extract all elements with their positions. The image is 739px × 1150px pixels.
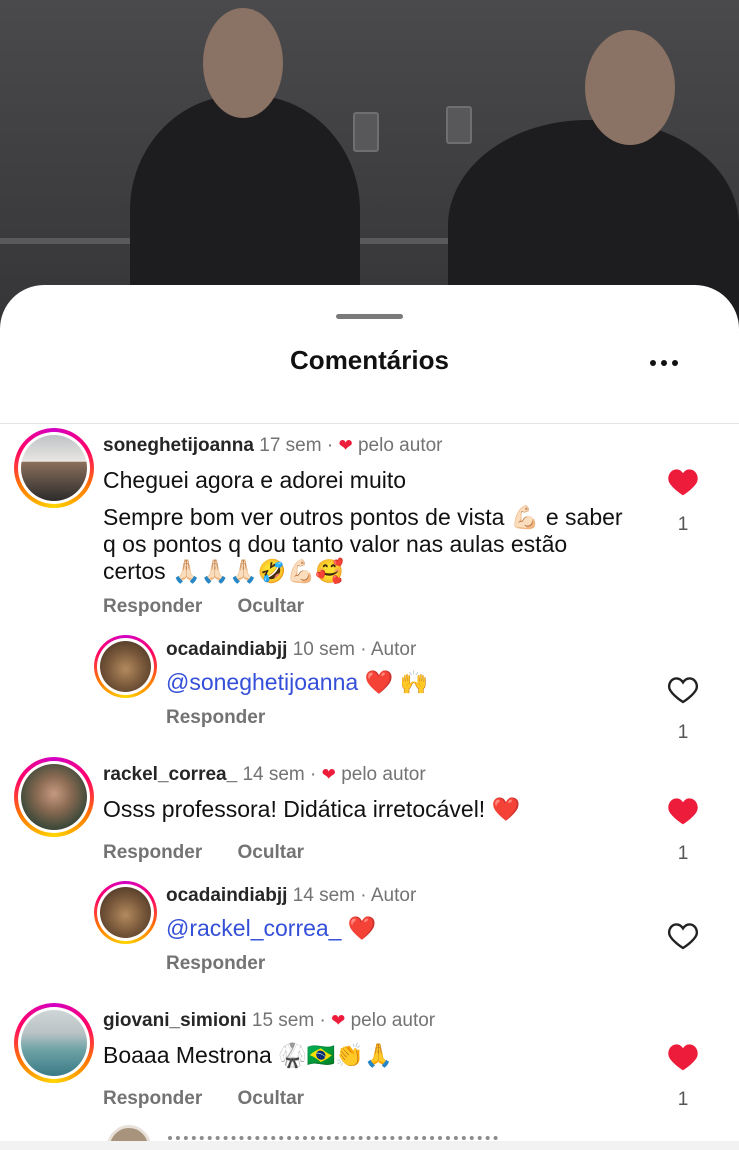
comment-meta: ocadaindiabjj 14 sem · Autor [166,885,417,906]
hide-button[interactable]: Ocultar [238,596,305,617]
timestamp: 14 sem [242,764,305,785]
person-right-head [585,30,675,145]
bottom-edge [0,1141,739,1150]
comment-meta: ocadaindiabjj 10 sem · Autor [166,639,417,660]
comment-actions: Responder [166,953,265,975]
username[interactable]: rackel_correa_ [103,764,237,785]
heart-filled-icon [668,798,698,825]
reply-button[interactable]: Responder [103,842,202,863]
more-options-button[interactable] [644,355,684,371]
timestamp: 14 sem [292,885,356,906]
like-button[interactable] [665,675,701,705]
username[interactable]: soneghetijoanna [103,435,254,456]
author-badge: pelo autor [341,764,426,785]
like-count: 1 [677,722,689,743]
username[interactable]: giovani_simioni [103,1010,247,1031]
like-count: 1 [677,1089,689,1110]
heart-filled-icon [668,1044,698,1071]
avatar[interactable] [14,1003,94,1083]
wall-outlet [353,112,379,152]
comment-actions: Responder Ocultar [103,1088,304,1110]
sheet-grabber[interactable] [336,314,403,319]
heart-badge-icon: ❤ [338,436,353,455]
heart-outline-icon [668,677,698,704]
comment-meta: giovani_simioni 15 sem · ❤ pelo autor [103,1010,436,1031]
like-count: 1 [677,514,689,535]
like-button[interactable] [665,796,701,826]
avatar[interactable] [14,428,94,508]
username[interactable]: ocadaindiabjj [166,639,287,660]
comment-text: Boaaa Mestrona 🥋🇧🇷👏🙏 [103,1042,393,1068]
heart-filled-icon [668,469,698,496]
mention-link[interactable]: @rackel_correa_ [166,915,341,941]
author-badge: pelo autor [350,1010,436,1031]
author-badge: Autor [370,639,417,660]
like-button[interactable] [665,921,701,951]
timestamp: 10 sem [292,639,356,660]
person-left-head [203,8,283,118]
username[interactable]: ocadaindiabjj [166,885,287,906]
comment-text: @soneghetijoanna ❤️ 🙌 [166,669,429,695]
more-horizontal-icon [650,360,656,366]
hide-button[interactable]: Ocultar [238,842,305,863]
reply-button[interactable]: Responder [103,596,202,617]
avatar[interactable] [14,757,94,837]
reply-button[interactable]: Responder [166,707,265,728]
comment-meta: rackel_correa_ 14 sem · ❤ pelo autor [103,764,426,785]
author-badge: Autor [370,885,417,906]
timestamp: 15 sem [251,1010,315,1031]
heart-badge-icon: ❤ [331,1011,346,1030]
heart-outline-icon [668,923,698,950]
timestamp: 17 sem [259,435,322,456]
avatar[interactable] [94,881,157,944]
mention-link[interactable]: @soneghetijoanna [166,669,358,695]
like-button[interactable] [665,1042,701,1072]
reply-button[interactable]: Responder [166,953,265,974]
comment-actions: Responder [166,707,265,729]
heart-badge-icon: ❤ [321,765,336,784]
like-button[interactable] [665,467,701,497]
hide-button[interactable]: Ocultar [238,1088,305,1109]
wall-switch [446,106,472,144]
comment-actions: Responder Ocultar [103,842,304,864]
comment-text: @rackel_correa_ ❤️ [166,915,377,941]
sheet-title: Comentários [290,345,449,375]
like-count: 1 [677,843,689,864]
reply-button[interactable]: Responder [103,1088,202,1109]
header-divider [0,423,739,424]
comment-actions: Responder Ocultar [103,596,304,618]
author-badge: pelo autor [357,435,443,456]
avatar[interactable] [94,635,157,698]
comment-text: Cheguei agora e adorei muito Sempre bom … [103,467,623,584]
comment-text: Osss professora! Didática irretocável! ❤… [103,796,521,822]
comment-meta: soneghetijoanna 17 sem · ❤ pelo autor [103,435,443,456]
